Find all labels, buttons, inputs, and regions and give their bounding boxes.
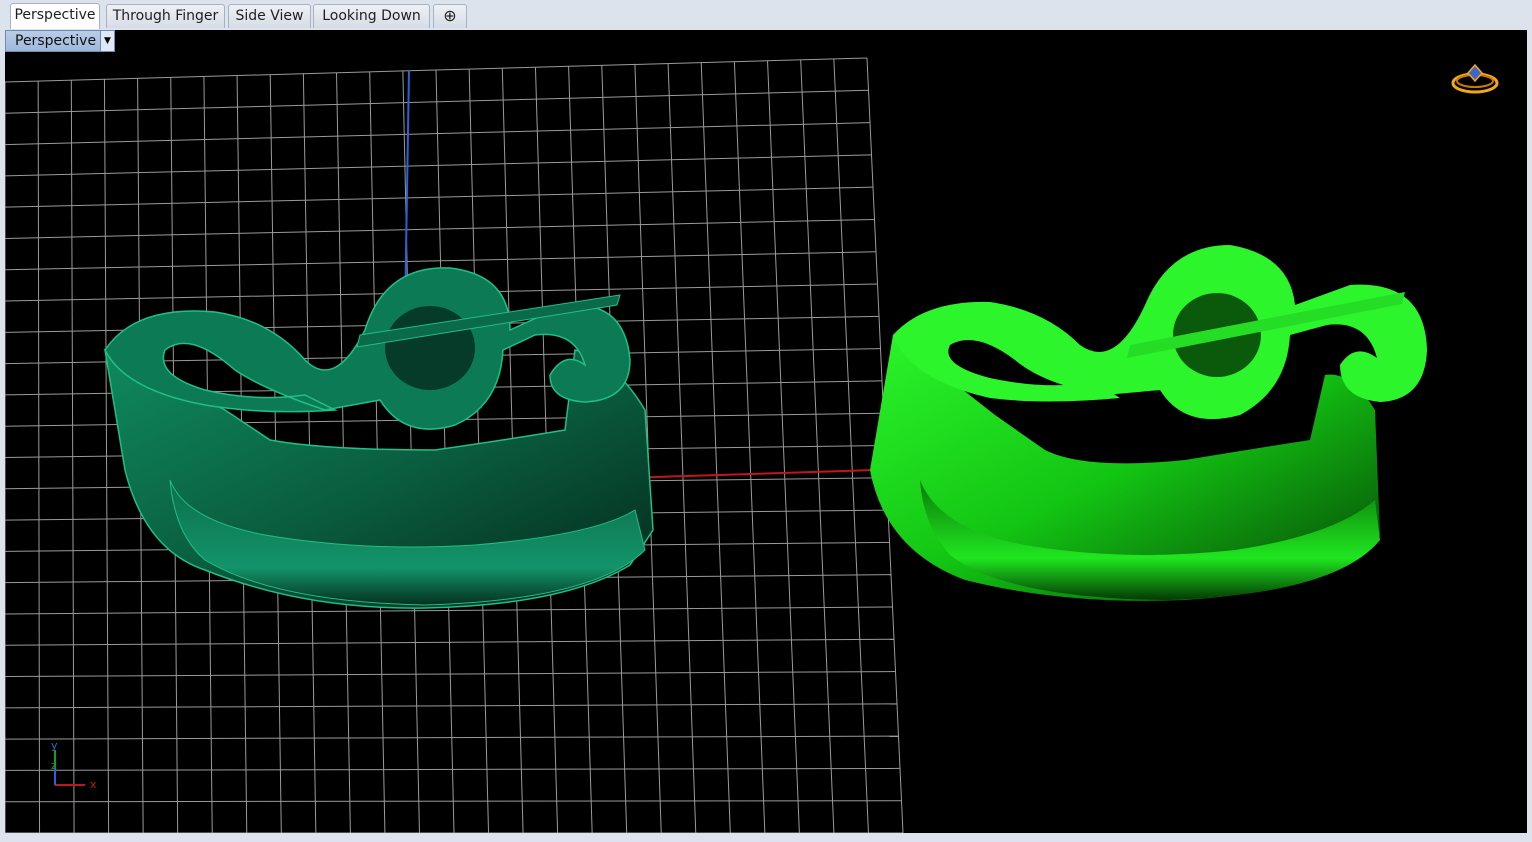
tab-through-finger[interactable]: Through Finger [106, 4, 225, 28]
viewport-tab-bar: Perspective Through Finger Side View Loo… [0, 0, 1532, 30]
viewport-title-menu[interactable]: Perspective ▼ [5, 30, 115, 52]
viewport-title: Perspective [15, 33, 97, 49]
x-axis-label: x [90, 778, 97, 791]
z-axis-label: z [51, 759, 57, 772]
ring-rendered-model[interactable] [870, 245, 1427, 601]
tab-perspective[interactable]: Perspective [10, 3, 100, 29]
ring-shaded-model[interactable] [104, 267, 654, 609]
y-axis-label: y [51, 739, 58, 752]
perspective-viewport[interactable]: x y z Perspective ▼ [5, 30, 1527, 833]
plus-icon: ⊕ [443, 6, 457, 25]
grid-line [5, 800, 902, 803]
tab-looking-down[interactable]: Looking Down [313, 4, 430, 28]
viewport-scene: x y z [5, 57, 1499, 833]
ring-gem-icon[interactable] [1451, 63, 1499, 94]
triangle-down-icon[interactable]: ▼ [100, 31, 114, 51]
add-tab-button[interactable]: ⊕ [433, 4, 467, 28]
tab-side-view[interactable]: Side View [228, 4, 311, 28]
viewport-bottom-border [0, 833, 1532, 842]
